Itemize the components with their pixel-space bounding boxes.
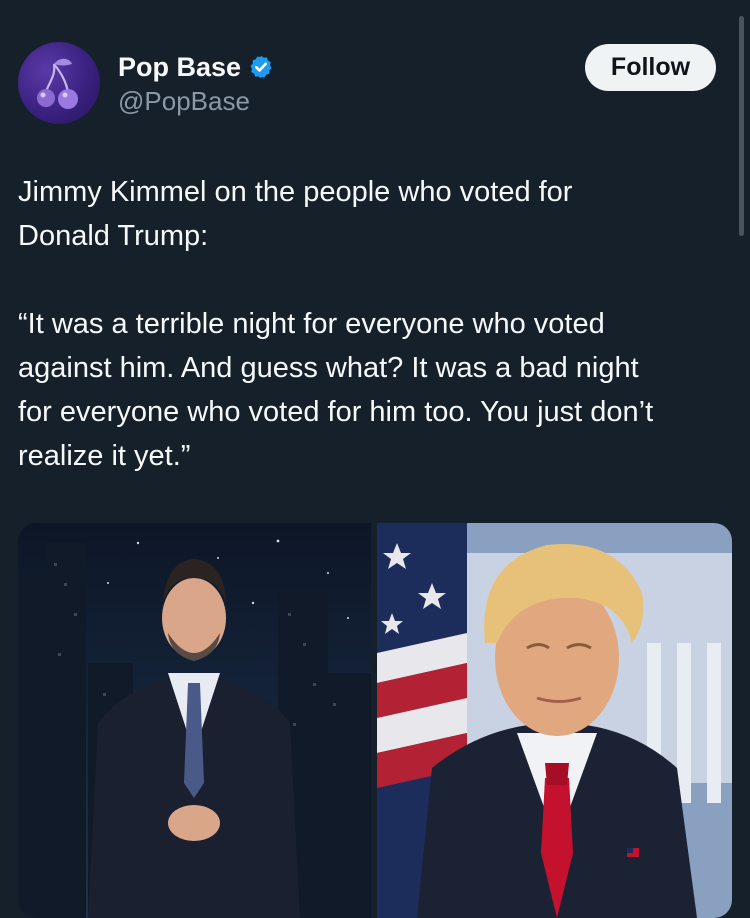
tweet-line: for everyone who voted for him too. You … xyxy=(18,396,654,428)
photo-kimmel-image xyxy=(18,523,371,918)
display-name[interactable]: Pop Base xyxy=(118,52,241,83)
tweet-line: against him. And guess what? It was a ba… xyxy=(18,352,639,384)
media-photo-trump[interactable] xyxy=(377,523,732,918)
tweet-line: “It was a terrible night for everyone wh… xyxy=(18,308,605,340)
photo-trump-image xyxy=(377,523,732,918)
follow-button[interactable]: Follow xyxy=(585,44,716,91)
handle[interactable]: @PopBase xyxy=(118,86,274,117)
verified-badge-icon xyxy=(250,55,272,79)
cherries-icon xyxy=(37,58,78,109)
tweet-line: Donald Trump: xyxy=(18,220,209,252)
tweet-line: realize it yet.” xyxy=(18,440,191,472)
scrollbar[interactable] xyxy=(739,16,744,236)
media-grid xyxy=(18,523,732,918)
tweet-header: Pop Base @PopBase Follow xyxy=(18,42,718,126)
avatar[interactable] xyxy=(18,42,100,124)
tweet-line-blank xyxy=(18,258,738,302)
tweet-line: Jimmy Kimmel on the people who voted for xyxy=(18,176,573,208)
media-photo-kimmel[interactable] xyxy=(18,523,371,918)
tweet-text: Jimmy Kimmel on the people who voted for… xyxy=(18,170,738,478)
